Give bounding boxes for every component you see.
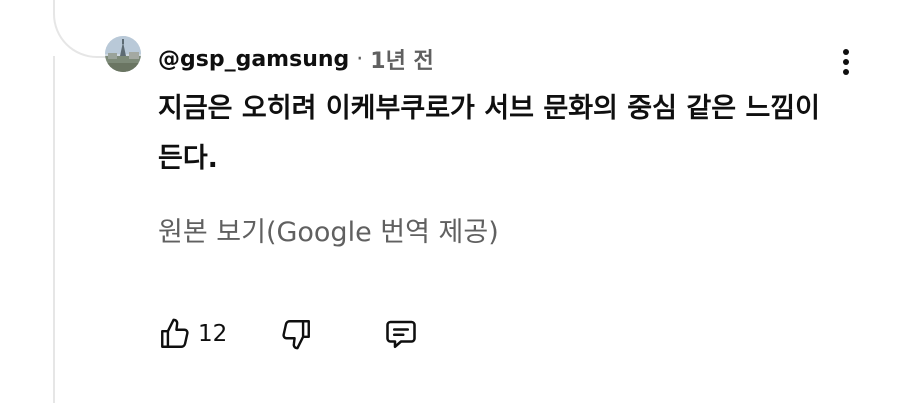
thread-line xyxy=(53,56,55,403)
comment-header: @gsp_gamsung · 1년 전 xyxy=(158,42,434,76)
thread-connector xyxy=(53,0,113,58)
reply-button[interactable] xyxy=(383,316,419,352)
like-count: 12 xyxy=(198,321,228,347)
more-vertical-icon xyxy=(843,49,849,75)
like-button[interactable]: 12 xyxy=(158,317,227,351)
comment-reply-thread: @gsp_gamsung · 1년 전 지금은 오히려 이케부쿠로가 서브 문화… xyxy=(0,0,900,403)
header-separator: · xyxy=(356,46,364,72)
comment-actions: 12 xyxy=(158,312,419,356)
reply-comment-icon xyxy=(386,320,417,349)
thumbs-up-icon xyxy=(161,318,189,348)
show-original-link[interactable]: 원본 보기(Google 번역 제공) xyxy=(158,210,499,249)
comment-text: 지금은 오히려 이케부쿠로가 서브 문화의 중심 같은 느낌이 든다. xyxy=(158,93,820,174)
avatar-image xyxy=(105,36,141,72)
comment-timestamp[interactable]: 1년 전 xyxy=(370,43,433,75)
thumbs-down-icon xyxy=(282,320,311,350)
dislike-button[interactable] xyxy=(279,317,313,351)
author-handle[interactable]: @gsp_gamsung xyxy=(158,47,349,72)
avatar[interactable] xyxy=(105,36,141,72)
comment-menu-button[interactable] xyxy=(828,42,864,82)
